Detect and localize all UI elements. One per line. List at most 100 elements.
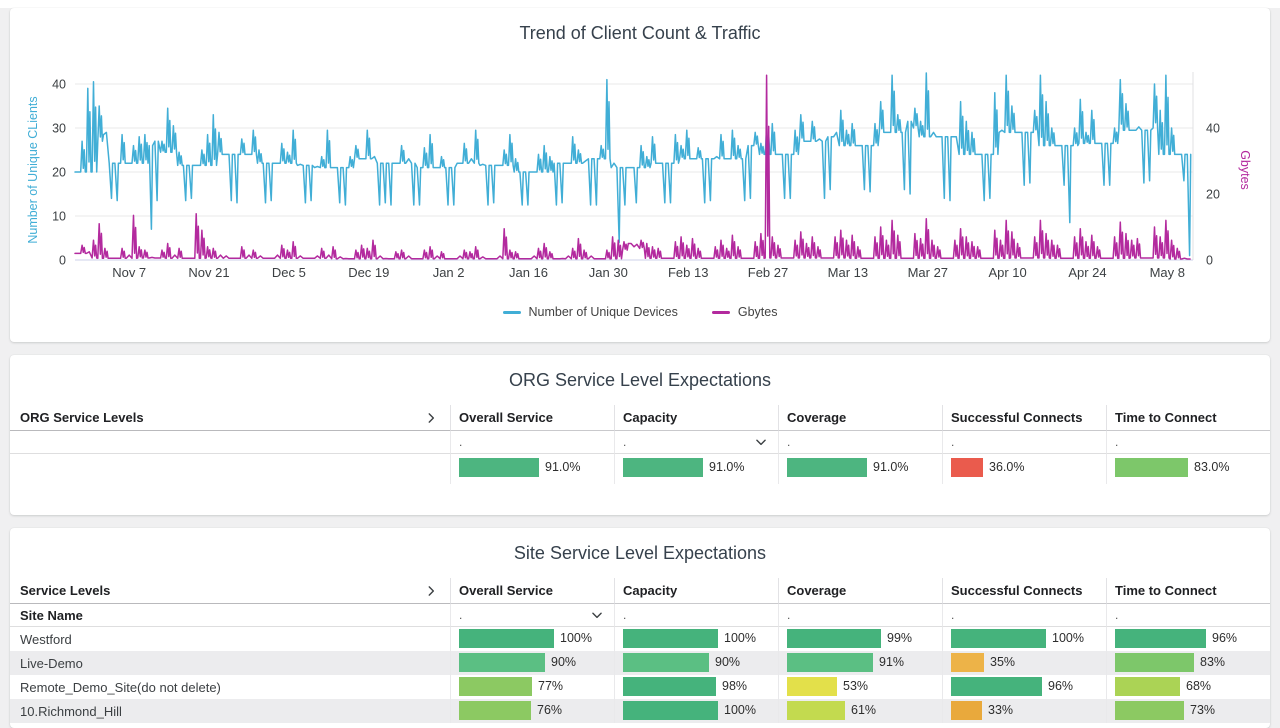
org-col-header-0[interactable]: Overall Service <box>450 405 614 431</box>
left-axis-tick: 30 <box>52 122 66 136</box>
site-name-column-label: Site Name <box>20 608 83 623</box>
x-axis-tick: Nov 21 <box>188 265 229 280</box>
legend-item-0[interactable]: Number of Unique Devices <box>503 305 678 319</box>
site-header-row: Service LevelsOverall ServiceCapacityCov… <box>10 578 1270 604</box>
x-axis-tick: Nov 7 <box>112 265 146 280</box>
org-col-header-2[interactable]: Coverage <box>778 405 942 431</box>
sla-value: 98% <box>722 675 747 698</box>
legend-label: Number of Unique Devices <box>529 305 678 319</box>
x-axis-tick: Mar 27 <box>908 265 948 280</box>
site-filter-1[interactable]: . <box>614 604 778 627</box>
site-col-header-0[interactable]: Overall Service <box>450 578 614 604</box>
sla-bar-cell: 68% <box>1106 675 1270 699</box>
column-header-label: Time to Connect <box>1115 410 1217 425</box>
site-col-header-1[interactable]: Capacity <box>614 578 778 604</box>
org-filter-4[interactable]: . <box>1106 431 1270 454</box>
chart-title: Trend of Client Count & Traffic <box>10 8 1270 46</box>
sla-bar-cell: 83.0% <box>1106 454 1270 484</box>
org-filter-2[interactable]: . <box>778 431 942 454</box>
chevron-right-icon[interactable] <box>424 584 438 598</box>
org-filter-row: ..... <box>10 431 1270 454</box>
site-col-header-3[interactable]: Successful Connects <box>942 578 1106 604</box>
sla-bar-cell: 36.0% <box>942 454 1106 484</box>
page-top-strip <box>0 0 1280 8</box>
org-filter-3[interactable]: . <box>942 431 1106 454</box>
left-axis-tick: 0 <box>59 254 66 268</box>
column-header-label: Capacity <box>623 410 677 425</box>
filter-dot: . <box>951 608 954 622</box>
sla-bar-cell: 100% <box>614 627 778 651</box>
site-sle-card: Site Service Level Expectations Service … <box>10 528 1270 728</box>
sla-bar <box>951 653 984 672</box>
chevron-down-icon[interactable] <box>754 435 768 449</box>
right-axis-tick: 0 <box>1206 254 1213 268</box>
sla-value: 68% <box>1186 675 1211 698</box>
sla-bar <box>787 629 881 648</box>
sla-value: 33% <box>988 699 1013 722</box>
sla-bar-cell: 91.0% <box>778 454 942 484</box>
chevron-right-icon[interactable] <box>424 411 438 425</box>
x-axis-tick: Apr 24 <box>1068 265 1106 280</box>
org-filter-1[interactable]: . <box>614 431 778 454</box>
sla-bar <box>459 653 545 672</box>
sla-bar-cell: 100% <box>614 699 778 723</box>
trend-chart[interactable]: 01020304002040Nov 7Nov 21Dec 5Dec 19Jan … <box>10 60 1270 292</box>
org-sle-card: ORG Service Level Expectations ORG Servi… <box>10 355 1270 515</box>
sla-bar-cell: 100% <box>450 627 614 651</box>
sla-bar <box>1115 701 1184 720</box>
sla-value: 83% <box>1200 651 1225 674</box>
sla-value: 61% <box>851 699 876 722</box>
x-axis-tick: Apr 10 <box>988 265 1026 280</box>
site-filter-2[interactable]: . <box>778 604 942 627</box>
org-filter-0[interactable]: . <box>450 431 614 454</box>
org-row-header[interactable]: ORG Service Levels <box>10 405 450 431</box>
filter-dot: . <box>787 435 790 449</box>
sla-value: 96% <box>1048 675 1073 698</box>
left-axis-tick: 10 <box>52 210 66 224</box>
sla-value: 35% <box>990 651 1015 674</box>
sla-bar <box>951 701 982 720</box>
sla-bar-cell: 98% <box>614 675 778 699</box>
site-filter-0[interactable]: . <box>450 604 614 627</box>
site-name-cell[interactable]: Live-Demo <box>10 651 450 675</box>
chevron-down-icon[interactable] <box>590 608 604 622</box>
site-row-0: Westford100%100%99%100%96% <box>10 627 1270 651</box>
org-col-header-1[interactable]: Capacity <box>614 405 778 431</box>
sla-bar <box>1115 653 1194 672</box>
sla-bar <box>951 677 1042 696</box>
org-col-header-3[interactable]: Successful Connects <box>942 405 1106 431</box>
site-name-cell[interactable]: 10.Richmond_Hill <box>10 699 450 723</box>
x-axis-tick: Dec 19 <box>348 265 389 280</box>
sla-bar-cell: 96% <box>942 675 1106 699</box>
sla-value: 91.0% <box>873 456 908 479</box>
sla-bar-cell: 77% <box>450 675 614 699</box>
site-row-header[interactable]: Service Levels <box>10 578 450 604</box>
org-col-header-4[interactable]: Time to Connect <box>1106 405 1270 431</box>
site-row-3: 10.Richmond_Hill76%100%61%33%73% <box>10 699 1270 723</box>
legend-swatch <box>712 311 730 314</box>
site-col-header-2[interactable]: Coverage <box>778 578 942 604</box>
x-axis-tick: May 8 <box>1150 265 1185 280</box>
legend-item-1[interactable]: Gbytes <box>712 305 778 319</box>
site-name-cell[interactable]: Remote_Demo_Site(do not delete) <box>10 675 450 699</box>
org-header-row: ORG Service LevelsOverall Service Capacit… <box>10 405 1270 431</box>
site-name-cell[interactable]: Westford <box>10 627 450 651</box>
x-axis-tick: Dec 5 <box>272 265 306 280</box>
sla-value: 100% <box>560 627 592 650</box>
site-row-2: Remote_Demo_Site(do not delete)77% 98% 53%… <box>10 675 1270 699</box>
sla-bar-cell: 33% <box>942 699 1106 723</box>
sla-value: 83.0% <box>1194 456 1229 479</box>
sla-value: 76% <box>537 699 562 722</box>
right-axis-tick: 20 <box>1206 188 1220 202</box>
sla-bar <box>787 653 873 672</box>
column-header-label: Time to Connect <box>1115 583 1217 598</box>
column-header-label: Successful Connects <box>951 410 1083 425</box>
sla-bar-cell: 90% <box>450 651 614 675</box>
trend-chart-card: Trend of Client Count & Traffic Number o… <box>10 8 1270 342</box>
site-filter-4[interactable]: . <box>1106 604 1270 627</box>
sla-bar-cell: 91.0% <box>614 454 778 484</box>
sla-bar-cell: 53% <box>778 675 942 699</box>
site-filter-3[interactable]: . <box>942 604 1106 627</box>
site-col-header-4[interactable]: Time to Connect <box>1106 578 1270 604</box>
sla-bar-cell: 90% <box>614 651 778 675</box>
